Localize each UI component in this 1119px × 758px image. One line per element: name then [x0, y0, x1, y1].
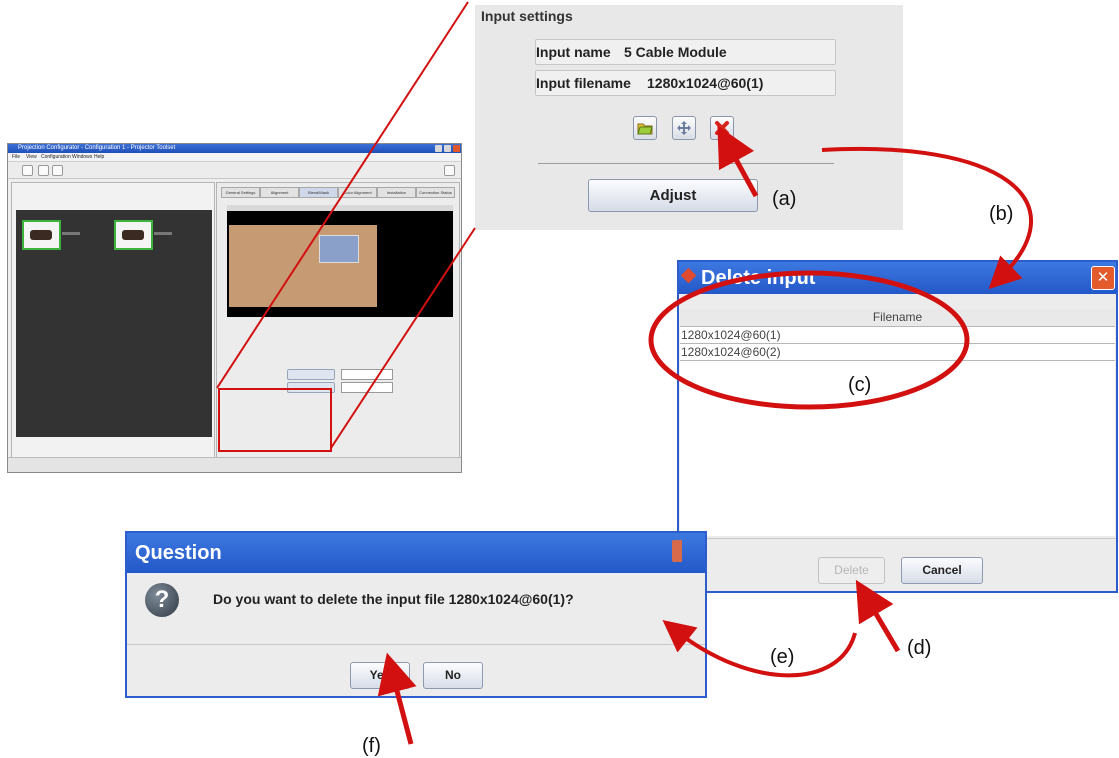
panel-combo[interactable] — [341, 382, 393, 393]
app-title: Projection Configurator - Configuration … — [18, 145, 176, 151]
minimize-icon[interactable] — [435, 145, 442, 152]
menu-view[interactable]: View — [26, 153, 37, 161]
adjust-button[interactable]: Adjust — [588, 179, 758, 212]
dialog-title: Delete input — [701, 267, 816, 289]
dialog-titlebar: Question — [127, 533, 705, 573]
panel-combo[interactable] — [341, 369, 393, 380]
red-x-icon — [715, 121, 729, 135]
callout-a: (a) — [772, 188, 797, 210]
tab-alignment[interactable]: Alignment — [260, 187, 299, 198]
question-message: Do you want to delete the input file 128… — [213, 591, 574, 607]
blend-preview[interactable] — [227, 205, 453, 317]
open-input-button[interactable] — [633, 116, 657, 140]
panel-button[interactable] — [287, 369, 335, 380]
separator — [538, 163, 834, 164]
callout-f: (f) — [362, 735, 381, 757]
toolbar-button[interactable] — [52, 165, 63, 176]
table-row[interactable]: 1280x1024@60(2) — [680, 344, 1115, 361]
cancel-button[interactable]: Cancel — [901, 557, 983, 584]
callout-d: (d) — [907, 637, 932, 659]
projector-thumbnail[interactable] — [22, 220, 80, 250]
filename-table: Filename 1280x1024@60(1) 1280x1024@60(2) — [680, 309, 1115, 536]
tab-blend-mask[interactable]: Blend/Mask — [299, 187, 338, 198]
dialog-titlebar: Delete input ✕ — [679, 262, 1116, 294]
table-row[interactable]: 1280x1024@60(1) — [680, 327, 1115, 344]
input-name-label: Input name — [536, 44, 611, 60]
input-settings-legend: Input settings — [481, 8, 573, 24]
app-titlebar: Projection Configurator - Configuration … — [8, 144, 461, 153]
delete-input-dialog: Delete input ✕ Filename 1280x1024@60(1) … — [677, 260, 1118, 593]
arrow-d — [855, 579, 901, 653]
move-input-button[interactable] — [672, 116, 696, 140]
dialog-title: Question — [135, 542, 222, 564]
menu-help[interactable]: Help — [94, 153, 104, 161]
tab-general-settings[interactable]: General Settings — [221, 187, 260, 198]
separator — [127, 644, 705, 645]
menu-windows[interactable]: Windows — [72, 153, 92, 161]
tab-connection-status[interactable]: Connection Status — [416, 187, 455, 198]
projector-canvas[interactable] — [16, 210, 212, 437]
menu-configuration[interactable]: Configuration — [41, 153, 71, 161]
question-icon: ? — [145, 583, 179, 617]
app-window-thumbnail: Projection Configurator - Configuration … — [7, 143, 462, 473]
menu-file[interactable]: File — [12, 153, 20, 161]
tab-color-alignment[interactable]: Color Alignment — [338, 187, 377, 198]
toolbar-button[interactable] — [38, 165, 49, 176]
input-name-row: Input name 5 Cable Module — [535, 39, 836, 65]
maximize-icon[interactable] — [444, 145, 451, 152]
close-icon[interactable] — [672, 540, 682, 562]
delete-input-button[interactable] — [710, 116, 734, 140]
input-settings-panel: Input settings Input name 5 Cable Module… — [475, 5, 903, 230]
callout-e: (e) — [770, 646, 795, 668]
toolbar-button[interactable] — [22, 165, 33, 176]
callout-c: (c) — [848, 374, 872, 396]
separator — [679, 538, 1116, 539]
row-filename: 1280x1024@60(1) — [681, 328, 781, 342]
input-filename-label: Input filename — [536, 75, 631, 91]
highlight-box — [218, 388, 332, 452]
callout-b: (b) — [989, 203, 1014, 225]
row-filename: 1280x1024@60(2) — [681, 345, 781, 359]
close-icon[interactable]: ✕ — [1091, 266, 1115, 290]
tab-installation[interactable]: Installation — [377, 187, 416, 198]
projector-pane — [11, 182, 215, 472]
input-name-value[interactable]: 5 Cable Module — [624, 44, 727, 60]
move-arrows-icon — [677, 121, 691, 135]
question-dialog: Question ? Do you want to delete the inp… — [125, 531, 707, 698]
no-button[interactable]: No — [423, 662, 483, 689]
app-icon — [680, 267, 697, 284]
delete-button[interactable]: Delete — [818, 557, 885, 584]
folder-icon — [637, 123, 653, 135]
yes-button[interactable]: Yes — [350, 662, 410, 689]
app-menubar: File View Configuration Windows Help — [8, 153, 461, 162]
close-icon[interactable] — [453, 145, 460, 152]
column-header-filename[interactable]: Filename — [680, 309, 1115, 327]
projector-thumbnail[interactable] — [114, 220, 172, 250]
tab-strip: General Settings Alignment Blend/Mask Co… — [221, 187, 455, 198]
input-filename-value[interactable]: 1280x1024@60(1) — [647, 75, 763, 91]
app-statusbar — [8, 457, 461, 472]
app-toolbar — [8, 162, 461, 179]
input-filename-row: Input filename 1280x1024@60(1) — [535, 70, 836, 96]
toolbar-button[interactable] — [444, 165, 455, 176]
